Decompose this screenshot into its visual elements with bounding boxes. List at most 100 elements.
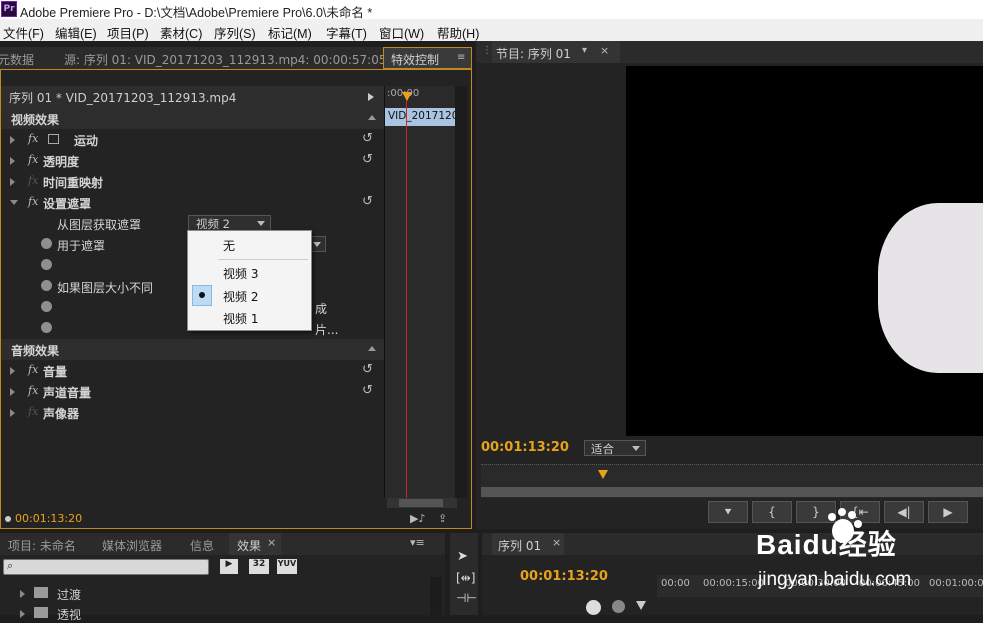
- reset-icon[interactable]: ↺: [362, 152, 376, 167]
- effects-panel: ⌕ ▶ 32 YUV 过渡 透视: [0, 555, 445, 622]
- fx-icon[interactable]: fx: [28, 195, 38, 208]
- expand-icon[interactable]: [10, 409, 15, 417]
- tab-metadata[interactable]: 元数据: [0, 51, 34, 68]
- scroll-thumb[interactable]: [399, 499, 443, 507]
- collapse-icon[interactable]: [10, 200, 18, 205]
- add-marker-button[interactable]: ⯆: [708, 501, 748, 523]
- program-timecode[interactable]: 00:01:13:20: [481, 440, 569, 455]
- menu-title[interactable]: 字幕(T): [326, 23, 367, 42]
- stopwatch-icon[interactable]: [41, 280, 52, 291]
- timeline-timecode[interactable]: 00:01:13:20: [520, 569, 608, 584]
- effect-row-channel-volume[interactable]: fx 声道音量 ↺: [1, 381, 384, 402]
- vertical-scrollbar[interactable]: [455, 86, 467, 498]
- reset-icon[interactable]: ↺: [362, 131, 376, 146]
- dropdown-option-video1[interactable]: 视频 1: [223, 310, 258, 327]
- panel-menu-icon[interactable]: ≡: [457, 52, 465, 63]
- chevron-down-icon: [632, 446, 640, 451]
- accelerated-effects-icon[interactable]: ▶: [220, 559, 238, 574]
- effect-row-volume[interactable]: fx 音量 ↺: [1, 360, 384, 381]
- fx-timecode[interactable]: 00:01:13:20: [15, 512, 82, 525]
- list-item[interactable]: 透视: [0, 605, 430, 623]
- tab-media-browser[interactable]: 媒体浏览器: [102, 537, 162, 554]
- effect-row-time-remap[interactable]: fx 时间重映射: [1, 171, 384, 192]
- tab-project[interactable]: 项目: 未命名: [8, 537, 76, 554]
- matte-layer-select[interactable]: 视频 2: [188, 215, 271, 231]
- menu-help[interactable]: 帮助(H): [437, 23, 479, 42]
- marker-icon[interactable]: [612, 600, 625, 613]
- expand-icon[interactable]: [20, 610, 25, 618]
- transform-icon[interactable]: [48, 134, 59, 144]
- program-viewport[interactable]: [626, 66, 983, 436]
- fx-icon[interactable]: fx: [28, 363, 38, 376]
- expand-icon[interactable]: [10, 178, 15, 186]
- expand-icon[interactable]: [10, 136, 15, 144]
- play-clip-icon[interactable]: [368, 93, 374, 101]
- matte-layer-dropdown: 无 视频 3 视频 2 视频 1: [187, 230, 312, 331]
- fx-icon[interactable]: fx: [28, 384, 38, 397]
- horizontal-scrollbar[interactable]: [387, 498, 457, 508]
- menu-window[interactable]: 窗口(W): [379, 23, 424, 42]
- menu-bar: 文件(F) 编辑(E) 项目(P) 素材(C) 序列(S) 标记(M) 字幕(T…: [0, 19, 983, 41]
- tab-info[interactable]: 信息: [190, 537, 214, 554]
- fx-icon[interactable]: fx: [28, 153, 38, 166]
- selection-tool-icon[interactable]: ➤: [457, 549, 468, 564]
- tab-program[interactable]: 节目: 序列 01 ▾ ×: [492, 41, 620, 63]
- tab-dropdown-icon[interactable]: ▾: [582, 45, 587, 56]
- stopwatch-icon[interactable]: [41, 322, 52, 333]
- effect-row-opacity[interactable]: fx 透明度 ↺: [1, 150, 384, 171]
- list-item[interactable]: 过渡: [0, 585, 430, 603]
- scrubber-playhead-icon[interactable]: [598, 470, 608, 479]
- expand-icon[interactable]: [20, 590, 25, 598]
- expand-icon[interactable]: [10, 157, 15, 165]
- tab-effects[interactable]: 效果 ×: [229, 533, 281, 555]
- menu-project[interactable]: 项目(P): [107, 23, 149, 42]
- snap-icon[interactable]: [586, 600, 601, 615]
- track-select-tool-icon[interactable]: [⇹]: [456, 571, 475, 585]
- collapse-up-icon[interactable]: [368, 115, 376, 120]
- tab-sequence[interactable]: 序列 01 ×: [492, 533, 564, 555]
- panel-menu-icon[interactable]: ▾≡: [410, 536, 425, 549]
- program-scrubber[interactable]: [481, 464, 983, 498]
- effect-row-track-matte[interactable]: fx 设置遮罩 ↺: [1, 192, 384, 213]
- reset-icon[interactable]: ↺: [362, 194, 376, 209]
- ripple-edit-tool-icon[interactable]: ⊣⊢: [456, 591, 477, 605]
- stopwatch-icon[interactable]: [41, 238, 52, 249]
- close-icon[interactable]: ×: [552, 536, 561, 549]
- collapse-up-icon[interactable]: [368, 346, 376, 351]
- expand-icon[interactable]: [10, 367, 15, 375]
- menu-edit[interactable]: 编辑(E): [55, 23, 97, 42]
- fx-icon[interactable]: fx: [28, 132, 38, 145]
- close-icon[interactable]: ×: [267, 536, 276, 549]
- menu-sequence[interactable]: 序列(S): [214, 23, 256, 42]
- stopwatch-icon[interactable]: [41, 301, 52, 312]
- menu-clip[interactable]: 素材(C): [160, 23, 202, 42]
- menu-file[interactable]: 文件(F): [3, 23, 44, 42]
- dropdown-option-video3[interactable]: 视频 3: [223, 265, 258, 282]
- reset-icon[interactable]: ↺: [362, 383, 376, 398]
- dropdown-option-none[interactable]: 无: [223, 237, 235, 254]
- dropdown-option-video2[interactable]: 视频 2: [223, 288, 258, 305]
- 32bit-effects-badge[interactable]: 32: [249, 559, 269, 574]
- zoom-fit-select[interactable]: 适合: [584, 440, 646, 456]
- stopwatch-icon[interactable]: [41, 259, 52, 270]
- effects-search-input[interactable]: ⌕: [3, 559, 209, 575]
- zoom-bar[interactable]: [481, 487, 983, 497]
- fx-clip-bar[interactable]: VID_2017120: [385, 108, 458, 126]
- playhead-icon[interactable]: [402, 92, 412, 101]
- fx-timeline-area[interactable]: :00:00 VID_2017120: [384, 86, 458, 498]
- vertical-scrollbar[interactable]: [430, 577, 442, 615]
- menu-marker[interactable]: 标记(M): [268, 23, 312, 42]
- expand-icon[interactable]: [10, 388, 15, 396]
- add-marker-icon[interactable]: [636, 601, 646, 610]
- effect-row-panner[interactable]: fx 声像器: [1, 402, 384, 423]
- export-icon[interactable]: ⇪: [438, 512, 447, 525]
- reset-icon[interactable]: ↺: [362, 362, 376, 377]
- panner-label: 声像器: [43, 407, 80, 421]
- tab-effect-controls[interactable]: 特效控制 ≡: [383, 47, 472, 69]
- tab-source[interactable]: 源: 序列 01: VID_20171203_112913.mp4: 00:00…: [64, 51, 387, 68]
- close-icon[interactable]: ×: [600, 44, 609, 57]
- audio-loop-icon[interactable]: ▶♪: [410, 512, 425, 525]
- source-panel-tabs: 元数据 源: 序列 01: VID_20171203_112913.mp4: 0…: [0, 47, 472, 69]
- yuv-effects-badge[interactable]: YUV: [277, 559, 297, 574]
- effect-row-motion[interactable]: fx 运动 ↺: [1, 129, 384, 150]
